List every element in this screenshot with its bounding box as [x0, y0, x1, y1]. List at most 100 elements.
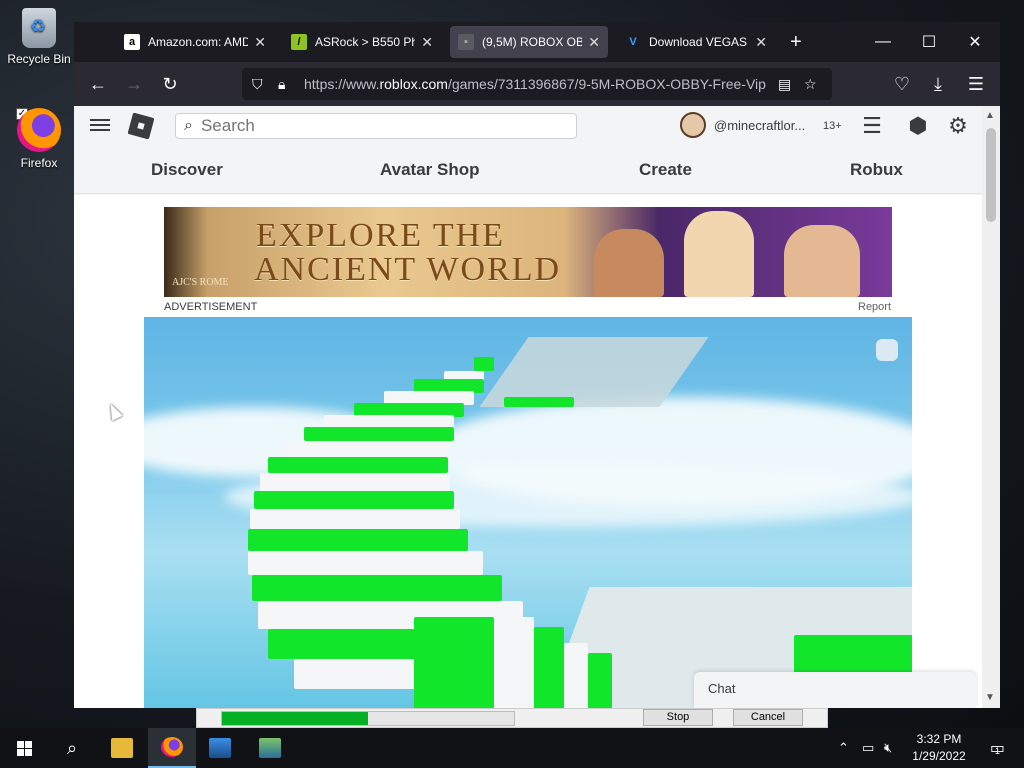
media-control-icon[interactable]: [876, 339, 898, 361]
start-button[interactable]: [0, 728, 48, 768]
notification-center-icon[interactable]: ▭ 1: [984, 728, 1006, 768]
clock-time: 3:32 PM: [916, 732, 962, 746]
advertisement-label: ADVERTISEMENT: [164, 301, 258, 313]
maximize-button[interactable]: ☐: [906, 22, 952, 62]
tab-bar: a Amazon.com: AMD R ✕ / ASRock > B550 Ph…: [74, 22, 1000, 62]
chat-panel[interactable]: Chat: [694, 672, 976, 708]
nav-robux[interactable]: Robux: [850, 160, 903, 180]
search-input[interactable]: [200, 116, 541, 136]
search-taskbar-icon[interactable]: ⌕: [48, 728, 96, 768]
file-explorer-taskbar-button[interactable]: [98, 728, 146, 768]
ad-brand: AJC'S ROME: [172, 277, 229, 288]
scroll-down-icon[interactable]: ▼: [985, 692, 995, 703]
progress-bar: [221, 711, 515, 726]
installer-taskbar-button[interactable]: [246, 728, 294, 768]
pocket-icon[interactable]: ♡: [890, 72, 914, 96]
tab-amazon[interactable]: a Amazon.com: AMD R ✕: [116, 26, 274, 58]
folder-icon: [111, 738, 133, 758]
browser-window: a Amazon.com: AMD R ✕ / ASRock > B550 Ph…: [74, 22, 1000, 708]
tab-vegas[interactable]: V Download VEGAS Tri ✕: [617, 26, 775, 58]
desktop-icon-recycle-bin[interactable]: Recycle Bin: [4, 8, 74, 66]
scrollbar-thumb[interactable]: [986, 128, 996, 222]
username: @minecraftlor...: [714, 117, 806, 133]
close-tab-icon[interactable]: ✕: [755, 34, 767, 51]
firefox-icon: [161, 737, 183, 757]
game-thumbnail-image[interactable]: [144, 317, 912, 708]
tab-title: Amazon.com: AMD R: [148, 35, 249, 49]
lock-icon[interactable]: 🔒︎: [278, 76, 296, 93]
desktop-icon-label: Firefox: [20, 156, 58, 170]
desktop-icon-firefox[interactable]: Firefox: [4, 108, 74, 170]
bookmark-star-icon[interactable]: ☆: [804, 76, 822, 93]
close-tab-icon[interactable]: ✕: [254, 34, 266, 51]
reload-button[interactable]: ↻: [158, 72, 182, 96]
tab-roblox[interactable]: ▪ (9,5M) ROBOX OBBY ✕: [450, 26, 608, 58]
advertisement-banner[interactable]: EXPLORE THE ANCIENT WORLD AJC'S ROME: [164, 207, 892, 297]
user-profile-link[interactable]: @minecraftlor...: [680, 112, 805, 138]
monitor-app-icon: [209, 738, 231, 758]
roblox-favicon-icon: ▪: [458, 34, 474, 50]
tab-title: Download VEGAS Tri: [649, 35, 749, 49]
clock-date: 1/29/2022: [912, 749, 966, 763]
roblox-logo[interactable]: [127, 112, 155, 140]
page-scrollbar[interactable]: ▲ ▼: [982, 106, 1000, 708]
robux-icon[interactable]: ⬢: [906, 114, 930, 138]
nav-discover[interactable]: Discover: [151, 160, 223, 180]
close-tab-icon[interactable]: ✕: [421, 34, 433, 51]
reader-view-icon[interactable]: ▤: [778, 76, 796, 93]
search-icon: ⌕: [184, 117, 193, 134]
amazon-favicon-icon: a: [124, 34, 140, 50]
downloads-icon[interactable]: ⤓: [926, 72, 950, 96]
stop-button[interactable]: Stop: [643, 709, 713, 726]
roblox-page: ⌕ @minecraftlor... 13+ ☰ ⬢ ⚙ Discover Av…: [74, 106, 982, 708]
nav-toolbar: ← → ↻ ⛉ 🔒︎ https://www.roblox.com/games/…: [74, 62, 1000, 106]
show-hidden-icons-icon[interactable]: ⌃: [838, 728, 849, 768]
progress-fill: [222, 712, 368, 725]
asrock-favicon-icon: /: [291, 34, 307, 50]
roblox-header: ⌕ @minecraftlor... 13+ ☰ ⬢ ⚙: [74, 106, 982, 146]
scroll-up-icon[interactable]: ▲: [985, 110, 995, 121]
taskbar: ⌕ ⌃ ▭ 🔇︎ 3:32 PM 1/29/2022 ▭ 1: [0, 728, 1024, 768]
forward-button[interactable]: →: [122, 72, 146, 96]
tab-title: (9,5M) ROBOX OBBY: [482, 35, 583, 49]
report-ad-link[interactable]: Report: [858, 301, 891, 313]
settings-gear-icon[interactable]: ⚙: [946, 114, 970, 138]
hamburger-menu-icon[interactable]: [90, 116, 110, 136]
cancel-button[interactable]: Cancel: [733, 709, 803, 726]
minimize-button[interactable]: —: [860, 22, 906, 62]
ad-headline: EXPLORE THE: [256, 217, 505, 254]
network-icon[interactable]: ▭: [862, 728, 874, 768]
ad-headline: ANCIENT WORLD: [254, 251, 562, 288]
ad-character-image: [594, 229, 664, 297]
tab-asrock[interactable]: / ASRock > B550 Phan ✕: [283, 26, 441, 58]
volume-muted-icon[interactable]: 🔇︎: [884, 728, 892, 768]
close-tab-icon[interactable]: ✕: [588, 34, 600, 51]
age-badge: 13+: [823, 120, 842, 132]
avatar: [680, 112, 706, 138]
search-box[interactable]: ⌕: [175, 113, 577, 139]
ad-character-image: [684, 211, 754, 297]
menu-icon[interactable]: ☰: [964, 72, 988, 96]
installer-app-icon: [259, 738, 281, 758]
shield-icon[interactable]: ⛉: [252, 76, 270, 93]
roblox-nav-bar: Discover Avatar Shop Create Robux: [74, 146, 982, 194]
recycle-bin-icon: [22, 8, 56, 48]
chat-label: Chat: [708, 681, 736, 696]
nav-avatar-shop[interactable]: Avatar Shop: [380, 160, 480, 180]
back-button[interactable]: ←: [86, 72, 110, 96]
ad-character-image: [784, 225, 860, 297]
close-window-button[interactable]: ✕: [952, 22, 998, 62]
desktop-icon-label: Recycle Bin: [7, 52, 71, 66]
windows-logo-icon: [16, 740, 32, 756]
firefox-taskbar-button[interactable]: [148, 728, 196, 768]
address-bar[interactable]: ⛉ 🔒︎ https://www.roblox.com/games/731139…: [242, 68, 832, 100]
system-clock[interactable]: 3:32 PM 1/29/2022: [906, 731, 972, 765]
app-taskbar-button[interactable]: [196, 728, 244, 768]
url-text[interactable]: https://www.roblox.com/games/7311396867/…: [304, 76, 770, 92]
firefox-icon: [17, 108, 61, 152]
nav-create[interactable]: Create: [639, 160, 692, 180]
game-content: EXPLORE THE ANCIENT WORLD AJC'S ROME ADV…: [74, 195, 982, 708]
new-tab-button[interactable]: +: [790, 32, 802, 52]
notifications-list-icon[interactable]: ☰: [860, 114, 884, 138]
tab-title: ASRock > B550 Phan: [315, 35, 416, 49]
